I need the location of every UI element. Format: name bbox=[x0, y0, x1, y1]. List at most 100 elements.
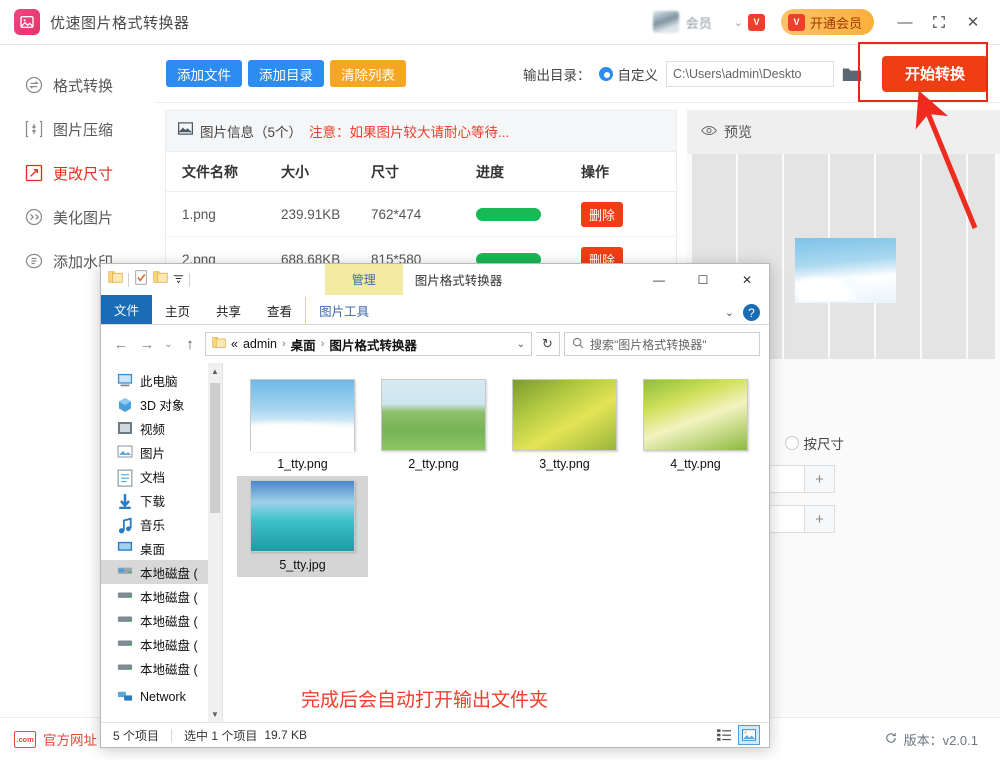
drive-icon bbox=[117, 661, 133, 676]
explorer-maximize-button[interactable]: ☐ bbox=[681, 264, 725, 295]
size-increment-button[interactable]: + bbox=[804, 506, 834, 532]
documents-icon bbox=[117, 469, 133, 484]
output-path-input[interactable]: C:\Users\admin\Deskto bbox=[666, 61, 834, 87]
nav-item-desktop[interactable]: 桌面 bbox=[101, 536, 222, 560]
sidebar-item-compress[interactable]: 图片压缩 bbox=[0, 107, 155, 151]
breadcrumb-root[interactable]: « bbox=[231, 337, 238, 351]
quick-access-toolbar bbox=[108, 270, 190, 290]
sidebar-item-label: 图片压缩 bbox=[53, 119, 113, 140]
drive-icon bbox=[117, 637, 133, 652]
search-input[interactable]: 搜索"图片格式转换器" bbox=[564, 332, 760, 356]
back-button[interactable]: ← bbox=[110, 333, 132, 355]
user-account[interactable]: 会员 bbox=[653, 11, 712, 33]
open-vip-label: 开通会员 bbox=[810, 13, 862, 32]
clear-list-button[interactable]: 清除列表 bbox=[330, 60, 406, 87]
close-button[interactable]: ✕ bbox=[956, 6, 990, 38]
nav-item-network[interactable]: Network bbox=[101, 685, 222, 709]
breadcrumb-item-current[interactable]: 图片格式转换器 bbox=[329, 335, 417, 354]
nav-item-drive-system[interactable]: 本地磁盘 ( bbox=[101, 560, 222, 584]
official-site-link[interactable]: .com 官方网址 bbox=[14, 729, 97, 749]
sidebar-item-label: 格式转换 bbox=[53, 75, 113, 96]
nav-item-drive-3[interactable]: 本地磁盘 ( bbox=[101, 608, 222, 632]
nav-item-pictures[interactable]: 图片 bbox=[101, 440, 222, 464]
nav-pane-scrollbar[interactable]: ▲ ▼ bbox=[208, 363, 222, 722]
file-grid[interactable]: 1_tty.png 2_tty.png 3_tty.png 4_tty.png bbox=[223, 363, 769, 722]
breadcrumb-item-admin[interactable]: admin bbox=[243, 337, 277, 351]
explorer-titlebar: 管理 图片格式转换器 — ☐ ✕ bbox=[101, 264, 769, 295]
nav-item-drive-2[interactable]: 本地磁盘 ( bbox=[101, 584, 222, 608]
nav-item-documents[interactable]: 文档 bbox=[101, 464, 222, 488]
explorer-close-button[interactable]: ✕ bbox=[725, 264, 769, 295]
refresh-button[interactable]: ↻ bbox=[536, 332, 560, 356]
properties-icon[interactable] bbox=[134, 270, 148, 290]
dropdown-icon[interactable] bbox=[173, 271, 184, 289]
start-convert-button[interactable]: 开始转换 bbox=[882, 56, 988, 92]
list-item[interactable]: 4_tty.png bbox=[630, 375, 761, 476]
breadcrumb-dropdown-icon[interactable]: ⌄ bbox=[517, 339, 525, 350]
list-item[interactable]: 3_tty.png bbox=[499, 375, 630, 476]
tab-view[interactable]: 查看 bbox=[254, 297, 305, 324]
minimize-button[interactable]: — bbox=[888, 6, 922, 38]
scroll-down-icon[interactable]: ▼ bbox=[208, 706, 222, 722]
file-thumbnail bbox=[643, 379, 748, 451]
delete-button[interactable]: 删除 bbox=[581, 202, 623, 227]
nav-item-drive-5[interactable]: 本地磁盘 ( bbox=[101, 656, 222, 680]
details-view-button[interactable] bbox=[713, 725, 735, 745]
recent-locations-icon[interactable]: ⌄ bbox=[162, 333, 175, 355]
nav-item-music[interactable]: 音乐 bbox=[101, 512, 222, 536]
breadcrumb-item-desktop[interactable]: 桌面 bbox=[291, 335, 316, 354]
radio-indicator bbox=[785, 436, 799, 450]
nav-item-this-pc[interactable]: 此电脑 bbox=[101, 368, 222, 392]
tab-share[interactable]: 共享 bbox=[203, 297, 254, 324]
videos-icon bbox=[117, 421, 133, 436]
thumbnail-view-button[interactable] bbox=[738, 725, 760, 745]
open-vip-button[interactable]: V 开通会员 bbox=[781, 9, 874, 35]
tab-picture-tools[interactable]: 图片工具 bbox=[305, 297, 382, 324]
folder-icon[interactable] bbox=[108, 270, 123, 289]
nav-item-downloads[interactable]: 下载 bbox=[101, 488, 222, 512]
nav-item-drive-4[interactable]: 本地磁盘 ( bbox=[101, 632, 222, 656]
sidebar-item-format-convert[interactable]: 格式转换 bbox=[0, 63, 155, 107]
status-selected-count: 选中 1 个项目 bbox=[184, 727, 257, 744]
preview-image bbox=[795, 238, 896, 303]
scale-by-size-radio[interactable]: 按尺寸 bbox=[785, 433, 845, 453]
add-file-button[interactable]: 添加文件 bbox=[166, 60, 242, 87]
list-item[interactable]: 1_tty.png bbox=[237, 375, 368, 476]
avatar bbox=[653, 11, 679, 33]
ratio-increment-button[interactable]: + bbox=[804, 466, 834, 492]
chevron-down-icon[interactable]: ⌄ bbox=[734, 16, 743, 29]
file-name: 4_tty.png bbox=[670, 457, 721, 471]
nav-item-label: 文档 bbox=[140, 467, 165, 486]
list-item[interactable]: 5_tty.jpg bbox=[237, 476, 368, 577]
explorer-minimize-button[interactable]: — bbox=[637, 264, 681, 295]
scrollbar-thumb[interactable] bbox=[210, 383, 220, 513]
tab-home[interactable]: 主页 bbox=[152, 297, 203, 324]
table-row[interactable]: 1.png 239.91KB 762*474 删除 bbox=[166, 192, 676, 237]
sidebar-item-resize[interactable]: 更改尺寸 bbox=[0, 151, 155, 195]
nav-item-videos[interactable]: 视频 bbox=[101, 416, 222, 440]
tab-file[interactable]: 文件 bbox=[101, 295, 152, 324]
list-item[interactable]: 2_tty.png bbox=[368, 375, 499, 476]
beautify-icon bbox=[24, 207, 44, 227]
status-selected-size: 19.7 KB bbox=[264, 728, 307, 742]
nav-item-label: 桌面 bbox=[140, 539, 165, 558]
version-info[interactable]: 版本：v2.0.1 bbox=[884, 730, 978, 749]
maximize-button[interactable] bbox=[922, 6, 956, 38]
downloads-icon bbox=[117, 493, 133, 508]
nav-item-label: Network bbox=[140, 690, 186, 704]
system-drive-icon bbox=[117, 565, 133, 580]
help-icon[interactable]: ? bbox=[743, 304, 760, 321]
scroll-up-icon[interactable]: ▲ bbox=[208, 363, 222, 379]
output-custom-radio[interactable]: 自定义 bbox=[599, 64, 659, 84]
chevron-down-icon[interactable]: ⌄ bbox=[725, 306, 734, 319]
add-folder-button[interactable]: 添加目录 bbox=[248, 60, 324, 87]
folder-icon[interactable] bbox=[842, 66, 862, 82]
nav-item-3d-objects[interactable]: 3D 对象 bbox=[101, 392, 222, 416]
breadcrumb[interactable]: « admin › 桌面 › 图片格式转换器 ⌄ bbox=[205, 332, 532, 356]
up-button[interactable]: ↑ bbox=[179, 333, 201, 355]
official-site-label: 官方网址 bbox=[43, 729, 97, 749]
new-folder-icon[interactable] bbox=[153, 270, 168, 289]
forward-button[interactable]: → bbox=[136, 333, 158, 355]
file-name: 2_tty.png bbox=[408, 457, 459, 471]
sidebar-item-beautify[interactable]: 美化图片 bbox=[0, 195, 155, 239]
